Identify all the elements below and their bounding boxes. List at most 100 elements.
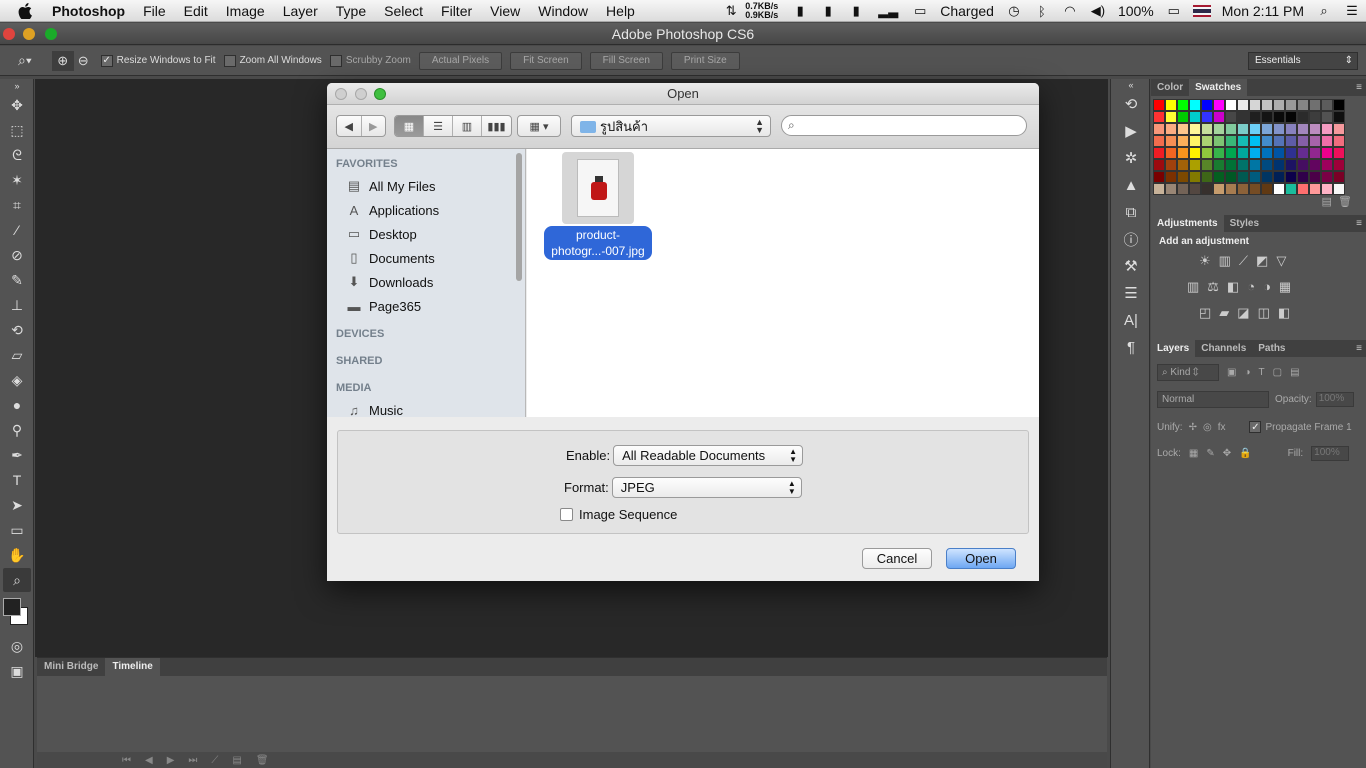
minimize-window-button[interactable] (23, 28, 35, 40)
quick-mask-icon[interactable]: ◎ (3, 634, 31, 658)
menu-edit[interactable]: Edit (175, 3, 217, 19)
color-swatch[interactable] (1225, 159, 1237, 171)
filter-adjust-icon[interactable]: ◑ (1244, 367, 1250, 378)
color-swatch[interactable] (1153, 171, 1165, 183)
tab-mini-bridge[interactable]: Mini Bridge (37, 658, 105, 676)
histogram-icon[interactable]: ▲ (1115, 172, 1147, 198)
color-swatch[interactable] (1321, 123, 1333, 135)
shared-header[interactable]: SHARED (327, 351, 525, 371)
color-swatch[interactable] (1213, 135, 1225, 147)
color-swatch[interactable] (1153, 99, 1165, 111)
color-swatch[interactable] (1261, 183, 1273, 195)
tab-styles[interactable]: Styles (1224, 215, 1265, 232)
format-select[interactable]: JPEG ▲ ▼ (611, 477, 802, 498)
adjustment-icons-row-3[interactable]: ◰▰◪◫◧ (1159, 305, 1358, 321)
color-swatch[interactable] (1273, 135, 1285, 147)
color-swatch[interactable] (1189, 147, 1201, 159)
color-swatch[interactable] (1201, 159, 1213, 171)
color-swatch[interactable] (1321, 135, 1333, 147)
color-swatch[interactable] (1273, 111, 1285, 123)
color-swatch[interactable] (1189, 171, 1201, 183)
color-swatch[interactable] (1177, 135, 1189, 147)
menu-layer[interactable]: Layer (274, 3, 327, 19)
color-swatch[interactable] (1273, 123, 1285, 135)
color-swatch[interactable] (1237, 171, 1249, 183)
color-swatch[interactable] (1261, 123, 1273, 135)
eraser-tool-icon[interactable]: ▱ (3, 343, 31, 367)
input-source-flag-icon[interactable] (1191, 2, 1213, 20)
menu-app-name[interactable]: Photoshop (50, 3, 134, 19)
previous-frame-icon[interactable]: ◀ (145, 755, 153, 766)
color-swatch[interactable] (1153, 123, 1165, 135)
color-swatch[interactable] (1225, 111, 1237, 123)
blur-tool-icon[interactable]: ● (3, 393, 31, 417)
brush-tool-icon[interactable]: ✎ (3, 268, 31, 292)
battery-status[interactable]: Charged (940, 3, 994, 19)
paragraph-panel-icon[interactable]: ¶ (1115, 334, 1147, 360)
color-swatch[interactable] (1285, 111, 1297, 123)
color-swatch[interactable] (1273, 147, 1285, 159)
color-swatch[interactable] (1273, 99, 1285, 111)
hand-tool-icon[interactable]: ✋ (3, 543, 31, 567)
fill-screen-button[interactable]: Fill Screen (589, 51, 663, 70)
color-swatch[interactable] (1201, 171, 1213, 183)
color-swatch[interactable] (1213, 171, 1225, 183)
color-swatch[interactable] (1225, 147, 1237, 159)
color-swatch[interactable] (1285, 135, 1297, 147)
tool-presets-icon[interactable]: ⚒ (1115, 253, 1147, 279)
tab-layers[interactable]: Layers (1151, 340, 1196, 357)
filter-pixel-icon[interactable]: ▣ (1227, 367, 1236, 378)
clock[interactable]: Mon 2:11 PM (1222, 3, 1304, 19)
rectangle-tool-icon[interactable]: ▭ (3, 518, 31, 542)
color-swatch[interactable] (1165, 147, 1177, 159)
zoom-in-icon[interactable]: ⊕ (51, 50, 74, 71)
sidebar-item-downloads[interactable]: ⬇ Downloads (327, 270, 525, 294)
color-swatch[interactable] (1333, 183, 1345, 195)
arrange-button[interactable]: ▦ ▾ (517, 115, 561, 137)
color-swatch[interactable] (1225, 183, 1237, 195)
color-swatch[interactable] (1297, 135, 1309, 147)
back-arrow-icon[interactable]: ◀ (337, 116, 362, 136)
enable-select[interactable]: All Readable Documents ▲ ▼ (613, 445, 804, 466)
print-size-button[interactable]: Print Size (670, 51, 740, 70)
collapse-toolbar-icon[interactable]: » (3, 80, 31, 92)
close-window-button[interactable] (3, 28, 15, 40)
color-swatch[interactable] (1165, 183, 1177, 195)
actual-pixels-button[interactable]: Actual Pixels (418, 51, 503, 70)
color-swatch[interactable] (1333, 111, 1345, 123)
color-swatch[interactable] (1177, 183, 1189, 195)
color-swatch[interactable] (1189, 159, 1201, 171)
color-swatch[interactable] (1309, 99, 1321, 111)
sidebar-item-desktop[interactable]: ▭ Desktop (327, 222, 525, 246)
color-swatch[interactable] (1297, 159, 1309, 171)
color-swatch[interactable] (1189, 135, 1201, 147)
disk-monitor-icon[interactable]: ▮ (817, 2, 839, 20)
color-swatch[interactable] (1297, 123, 1309, 135)
color-swatch[interactable] (1333, 99, 1345, 111)
color-swatch[interactable] (1213, 147, 1225, 159)
lock-image-icon[interactable]: ✎ (1206, 448, 1214, 459)
clone-source-icon[interactable]: ⧉ (1115, 199, 1147, 225)
color-swatch[interactable] (1153, 183, 1165, 195)
first-frame-icon[interactable]: ⏮ (122, 755, 131, 766)
color-swatch[interactable] (1309, 159, 1321, 171)
color-swatch[interactable] (1225, 123, 1237, 135)
dodge-tool-icon[interactable]: ⚲ (3, 418, 31, 442)
color-swatch[interactable] (1261, 135, 1273, 147)
tab-swatches[interactable]: Swatches (1189, 79, 1248, 96)
fit-screen-button[interactable]: Fit Screen (510, 51, 582, 70)
color-swatch[interactable] (1213, 159, 1225, 171)
color-swatch[interactable] (1213, 183, 1225, 195)
menu-view[interactable]: View (481, 3, 529, 19)
notification-center-icon[interactable]: ☰ (1341, 2, 1363, 20)
color-swatch[interactable] (1165, 123, 1177, 135)
layer-kind-filter[interactable]: ⌕ Kind ⇕ (1157, 363, 1219, 381)
wifi-icon[interactable]: ◠ (1059, 2, 1081, 20)
column-view-icon[interactable]: ▥ (453, 116, 482, 136)
color-swatch[interactable] (1261, 171, 1273, 183)
color-swatch[interactable] (1261, 99, 1273, 111)
lock-all-icon[interactable]: 🔒 (1239, 448, 1251, 459)
new-swatch-icon[interactable]: ▤ (1322, 196, 1332, 208)
color-swatch[interactable] (1333, 147, 1345, 159)
zoom-all-windows-checkbox[interactable]: Zoom All Windows (223, 54, 322, 67)
